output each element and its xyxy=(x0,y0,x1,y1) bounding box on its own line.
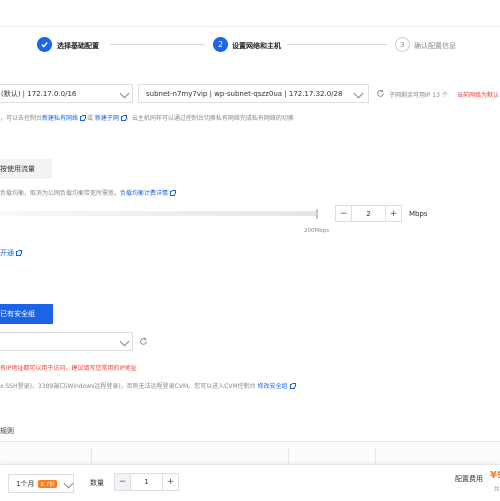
steps-divider xyxy=(0,26,500,27)
subnet-available-hint: 子网剩余可用IP 13 个 xyxy=(389,92,448,99)
ipv6-open-link[interactable]: 开通 xyxy=(0,249,14,257)
slider-handle[interactable] xyxy=(316,209,318,219)
discount-badge: 8.7折 xyxy=(38,479,57,488)
new-vpc-link[interactable]: 新建私有网络 xyxy=(42,115,78,122)
ports-description: x SSH登录)，3389端口(Windows远程登录)，否则无法远程登录CVM… xyxy=(0,381,296,390)
external-link-icon xyxy=(120,115,127,121)
subnet-select[interactable]: subnet-n7my7vip | wp-subnet-qszz0ua | 17… xyxy=(138,84,369,103)
network-description: ，可以去控制台新建私有网络 或 新建子网 ，云主机同样可以通过控制台切换私有网络完… xyxy=(0,115,294,122)
chevron-down-icon xyxy=(119,88,130,99)
new-subnet-link[interactable]: 新建子网 xyxy=(95,115,119,122)
chevron-down-icon xyxy=(119,336,130,347)
rules-table-header xyxy=(0,442,500,464)
external-link-icon xyxy=(16,249,22,256)
vpc-select-value: (默认) | 172.17.0.0/16 xyxy=(1,89,77,98)
config-fee-label: 配置费用 xyxy=(455,475,483,483)
chevron-down-icon xyxy=(63,478,74,489)
external-link-icon xyxy=(170,190,177,196)
chevron-down-icon xyxy=(353,88,364,99)
config-fee-price: ¥9 xyxy=(490,470,500,481)
refresh-icon[interactable] xyxy=(376,89,385,100)
step-done-icon xyxy=(37,37,52,52)
external-link-icon xyxy=(80,115,87,121)
bandwidth-unit: Mbps xyxy=(409,210,428,218)
bandwidth-description: 负载均衡，取消为公网负载均衡带宽所需宽。负载均衡计费详情 xyxy=(0,188,177,197)
slider-max-label: 200Mbps xyxy=(304,228,330,234)
quantity-input[interactable]: 1 xyxy=(130,473,163,491)
quantity-minus-button[interactable]: − xyxy=(114,473,131,491)
table-col-divider xyxy=(288,448,289,464)
table-col-divider xyxy=(375,448,376,464)
edit-security-group-link[interactable]: 修改安全组 xyxy=(258,383,288,390)
security-group-select[interactable] xyxy=(0,332,133,351)
step-connector xyxy=(110,44,205,45)
step-connector xyxy=(287,44,387,45)
bandwidth-plus-button[interactable]: + xyxy=(385,205,402,222)
ipv6-open[interactable]: 开通 xyxy=(0,248,22,258)
duration-select[interactable]: 1个月 8.7折 xyxy=(8,474,74,493)
step-2-number: 2 xyxy=(213,37,228,52)
bandwidth-slider-track[interactable] xyxy=(0,211,318,216)
step-3-label: 确认配置信息 xyxy=(414,42,456,50)
quantity-plus-button[interactable]: + xyxy=(162,473,179,491)
vpc-select[interactable]: (默认) | 172.17.0.0/16 xyxy=(0,84,133,103)
config-fee-sub: 共 xyxy=(494,487,500,493)
existing-security-group-tab[interactable]: 已有安全组 xyxy=(0,304,53,324)
quantity-label: 数量 xyxy=(90,479,104,487)
table-col-divider xyxy=(91,448,92,464)
bandwidth-input[interactable]: 2 xyxy=(351,205,386,222)
refresh-icon[interactable] xyxy=(139,337,148,348)
step-2-label: 设置网络和主机 xyxy=(232,42,281,50)
footer-bar xyxy=(0,464,500,501)
step-1-label: 选择基础配置 xyxy=(57,42,99,50)
step-3-number: 3 xyxy=(395,37,410,52)
duration-value: 1个月 xyxy=(16,479,35,488)
billing-by-traffic-button[interactable]: 按使用流量 xyxy=(0,159,52,179)
ip-access-warning: 有IP地址都可以用于访问，建议填写您常用的IP地址 xyxy=(0,365,137,372)
rules-label: 规则 xyxy=(0,427,14,435)
lb-billing-link[interactable]: 负载均衡计费详情 xyxy=(120,190,168,197)
external-link-icon xyxy=(289,383,296,389)
current-network-hint: 当前网络为默认 xyxy=(457,92,500,99)
bandwidth-minus-button[interactable]: − xyxy=(335,205,352,222)
subnet-select-value: subnet-n7my7vip | wp-subnet-qszz0ua | 17… xyxy=(146,89,343,98)
